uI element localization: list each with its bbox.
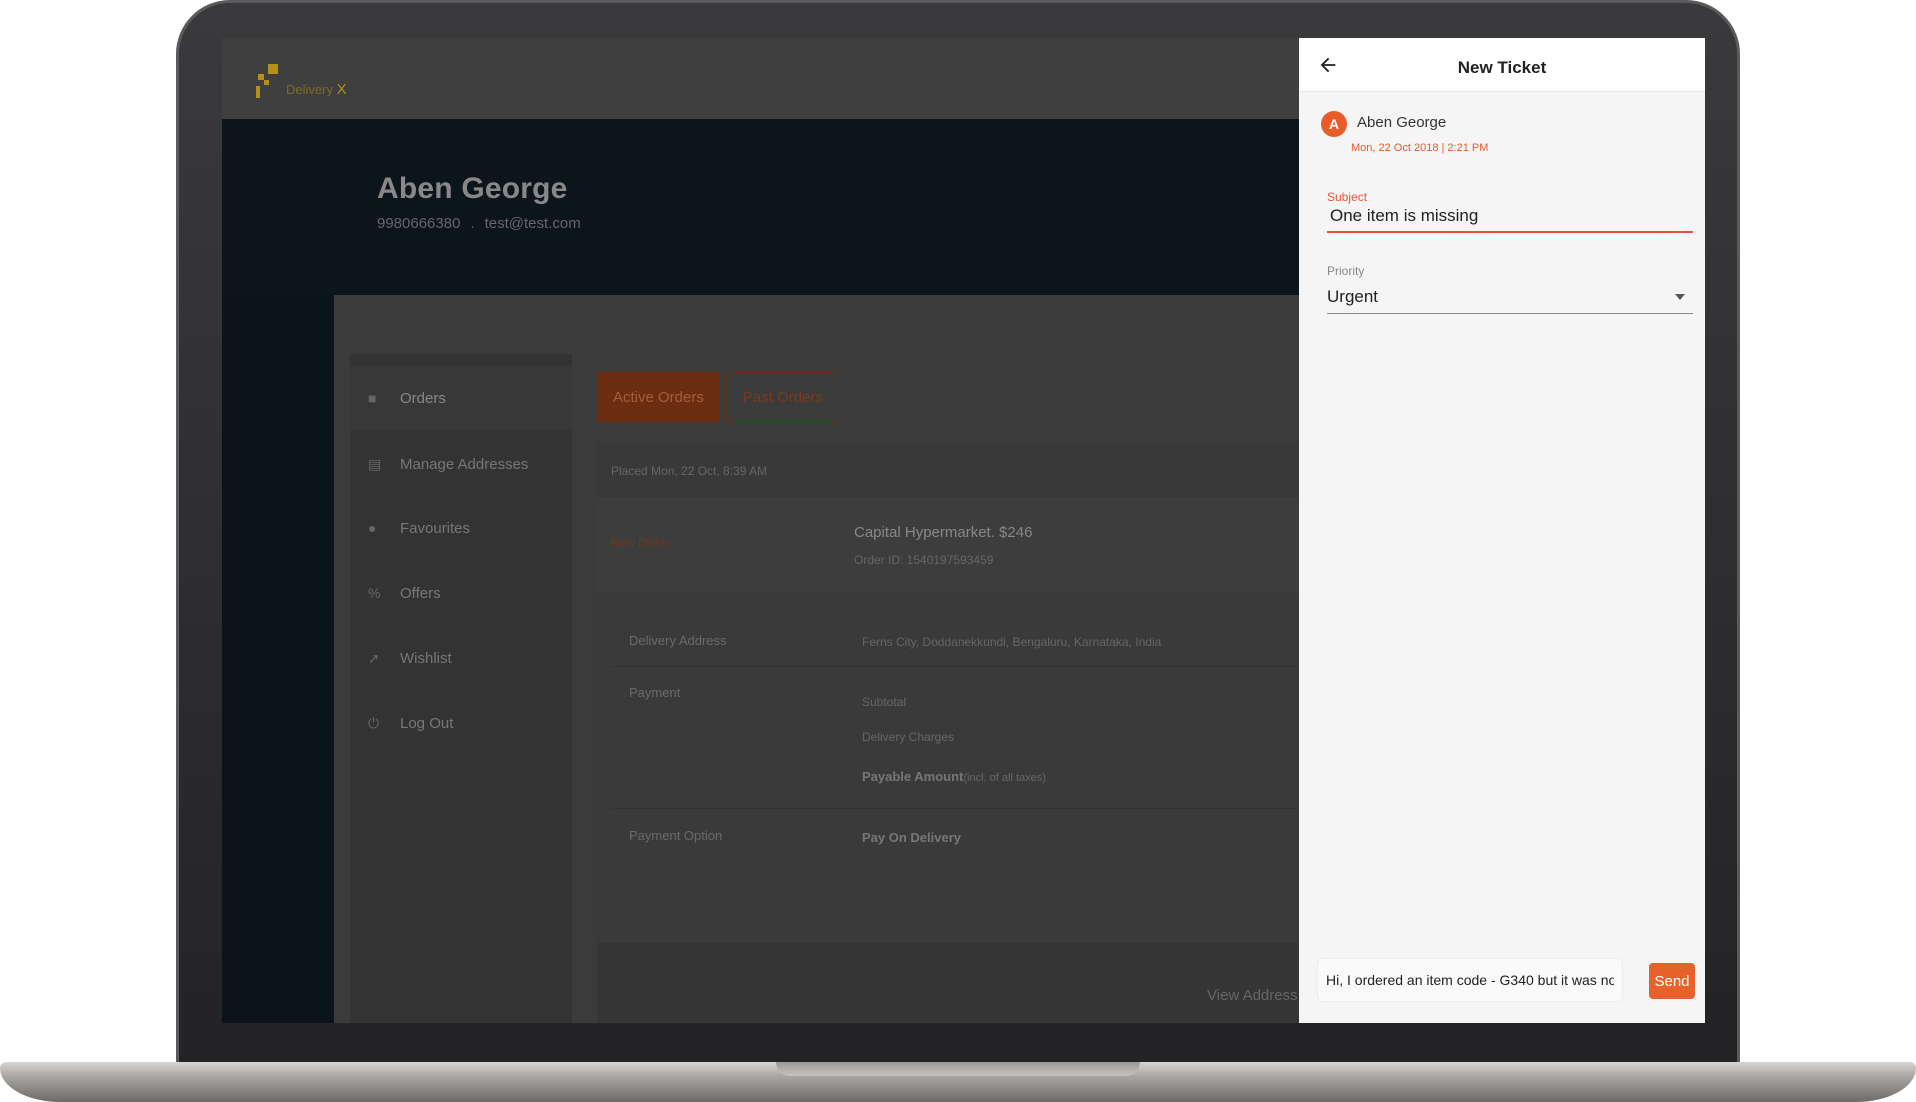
card-icon: ▤: [368, 455, 382, 472]
payment-label: Payment: [629, 685, 681, 700]
power-icon: ⏻: [368, 714, 380, 731]
payable-amount-label: Payable Amount: [862, 769, 964, 784]
profile-email: test@test.com: [484, 215, 581, 232]
sidebar-item-favourites[interactable]: ● Favourites: [350, 496, 572, 560]
sidebar-item-wishlist[interactable]: ➚ Wishlist: [350, 626, 572, 690]
order-id: Order ID: 1540197593459: [854, 553, 994, 567]
wand-icon: ➚: [368, 649, 380, 666]
sidebar-item-label: Wishlist: [400, 649, 452, 667]
drawer-header: New Ticket: [1299, 38, 1705, 92]
bag-icon: ■: [368, 390, 377, 406]
payment-option-label: Payment Option: [629, 828, 723, 843]
profile-phone: 9980666380: [377, 215, 461, 232]
brand-logo[interactable]: Delivery X: [256, 64, 347, 98]
new-ticket-drawer: New Ticket A Aben George Mon, 22 Oct 201…: [1299, 38, 1705, 1023]
location-pin-icon: ●: [368, 520, 377, 536]
profile-meta: 9980666380. test@test.com: [377, 215, 591, 232]
account-sidebar: ■ Orders ▤ Manage Addresses ● Favourites…: [350, 354, 572, 1023]
avatar: A: [1321, 111, 1347, 137]
order-store-total: Capital Hypermarket. $246: [854, 524, 1033, 541]
priority-select[interactable]: Urgent: [1327, 280, 1693, 314]
laptop-notch: [776, 1062, 1140, 1076]
payable-amount: Payable Amount(incl. of all taxes): [862, 769, 1046, 784]
delivery-charges-label: Delivery Charges: [862, 730, 955, 744]
subject-label: Subject: [1327, 190, 1368, 204]
priority-label: Priority: [1327, 264, 1365, 278]
delivery-address-value: Ferns City, Doddanekkundi, Bengaluru, Ka…: [862, 635, 1162, 649]
author-name: Aben George: [1357, 114, 1447, 131]
tab-active-orders[interactable]: Active Orders: [597, 372, 720, 422]
logo-mark-icon: [256, 64, 282, 98]
payment-option-value: Pay On Delivery: [862, 830, 961, 845]
percent-icon: %: [368, 585, 381, 601]
subject-input[interactable]: [1327, 203, 1693, 233]
sidebar-item-label: Log Out: [400, 714, 454, 732]
payable-amount-note: (incl. of all taxes): [963, 772, 1046, 784]
send-button[interactable]: Send: [1649, 963, 1695, 999]
drawer-title: New Ticket: [1457, 58, 1547, 77]
order-status: New Order: [611, 536, 670, 550]
dropdown-caret-icon: [1675, 293, 1685, 300]
brand-name: Delivery X: [286, 81, 347, 98]
profile-separator: .: [470, 215, 475, 232]
sidebar-item-label: Orders: [400, 389, 446, 407]
ticket-date: Mon, 22 Oct 2018 | 2:21 PM: [1351, 142, 1489, 154]
priority-value: Urgent: [1327, 286, 1379, 306]
sidebar-item-label: Favourites: [400, 519, 471, 537]
sidebar-item-label: Offers: [400, 584, 441, 602]
profile-name: Aben George: [377, 172, 568, 205]
sidebar-item-manage-addresses[interactable]: ▤ Manage Addresses: [350, 432, 572, 496]
subtotal-label: Subtotal: [862, 695, 907, 709]
laptop-screen: Delivery X Aben George 9980666380. test@t…: [222, 38, 1705, 1023]
message-input[interactable]: [1317, 958, 1623, 1002]
sidebar-item-orders[interactable]: ■ Orders: [350, 366, 572, 430]
sidebar-item-offers[interactable]: % Offers: [350, 561, 572, 625]
sidebar-item-label: Manage Addresses: [400, 455, 529, 473]
ticket-author: A Aben George: [1321, 111, 1446, 137]
delivery-address-label: Delivery Address: [629, 633, 727, 648]
tab-past-orders[interactable]: Past Orders: [725, 372, 840, 422]
order-tabs: Active Orders Past Orders: [597, 372, 840, 422]
sidebar-item-log-out[interactable]: ⏻ Log Out: [350, 691, 572, 755]
